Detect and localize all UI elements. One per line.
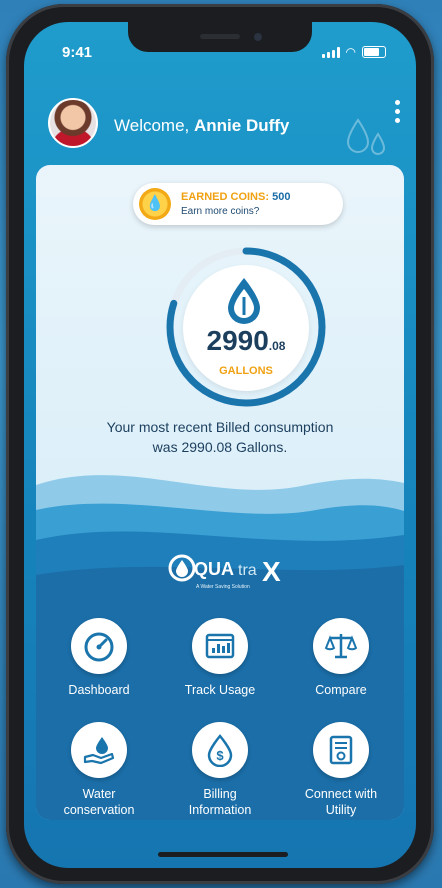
consumption-value-main: 2990 <box>206 325 269 356</box>
consumption-card: 💧 EARNED COINS: 500 Earn more coins? 299… <box>36 165 404 820</box>
coin-icon: 💧 <box>139 188 171 220</box>
notch <box>128 22 312 52</box>
wifi-icon: ◠ <box>345 45 356 59</box>
consumption-value: 2990.08 <box>186 325 306 357</box>
hand-water-icon <box>83 737 115 765</box>
consumption-message-line2: was 2990.08 Gallons. <box>152 439 288 455</box>
welcome-prefix: Welcome, <box>114 116 190 135</box>
app-screen: 9:41 ◠ Welcome, Annie Duffy 💧 EARNED COI… <box>24 22 416 868</box>
status-icons: ◠ <box>321 45 386 59</box>
more-menu-icon[interactable] <box>395 100 400 123</box>
scale-icon <box>324 634 358 659</box>
earned-coins-pill[interactable]: 💧 EARNED COINS: 500 Earn more coins? <box>133 183 343 225</box>
consumption-unit: GALLONS <box>219 365 273 377</box>
aquatrax-logo: QUA tra X A Water Saving Solution <box>168 554 281 590</box>
tile-label: Dashboard <box>68 683 130 697</box>
logo-text-2: tra <box>238 562 257 579</box>
tile-label: Billing Information <box>188 787 252 817</box>
utility-document-icon <box>329 735 353 765</box>
tile-compare[interactable]: Compare <box>286 618 396 698</box>
logo-text-1: QUA <box>194 559 234 579</box>
home-indicator[interactable] <box>158 852 288 857</box>
earn-more-coins-link[interactable]: Earn more coins? <box>181 206 259 217</box>
consumption-message: Your most recent Billed consumption was … <box>36 417 404 457</box>
water-drop-icon <box>228 278 260 324</box>
coins-label: EARNED COINS: <box>181 191 270 203</box>
speedometer-icon <box>84 632 114 662</box>
usage-chart-icon <box>205 633 235 659</box>
consumption-value-decimal: .08 <box>268 339 286 353</box>
svg-text:$: $ <box>216 748 224 763</box>
logo-tagline: A Water Saving Solution <box>196 584 250 590</box>
tile-track-usage[interactable]: Track Usage <box>165 618 275 698</box>
tile-label: Water conservation <box>63 787 135 817</box>
logo-text-3: X <box>262 556 281 587</box>
tile-label: Connect with Utility <box>304 787 378 817</box>
phone-frame: 9:41 ◠ Welcome, Annie Duffy 💧 EARNED COI… <box>6 4 434 884</box>
dollar-drop-icon: $ <box>207 734 233 767</box>
speaker <box>200 34 240 39</box>
tile-dashboard[interactable]: Dashboard <box>44 618 154 698</box>
status-time: 9:41 <box>62 44 93 61</box>
tile-label: Track Usage <box>184 683 256 697</box>
coins-title: EARNED COINS: 500 <box>181 191 290 203</box>
front-camera <box>254 33 262 41</box>
welcome-text: Welcome, Annie Duffy <box>114 116 289 136</box>
tile-connect-with-utility[interactable]: Connect with Utility <box>286 722 396 818</box>
water-drops-icon <box>344 116 388 164</box>
signal-icon <box>321 46 340 58</box>
consumption-message-line1: Your most recent Billed consumption <box>106 419 334 435</box>
tile-water-conservation[interactable]: Water conservation <box>44 722 154 818</box>
tile-billing-information[interactable]: $ Billing Information <box>165 722 275 818</box>
user-name: Annie Duffy <box>194 116 290 135</box>
tile-label: Compare <box>315 683 367 697</box>
avatar[interactable] <box>48 98 98 148</box>
coins-count: 500 <box>272 191 291 203</box>
battery-icon <box>362 46 386 58</box>
